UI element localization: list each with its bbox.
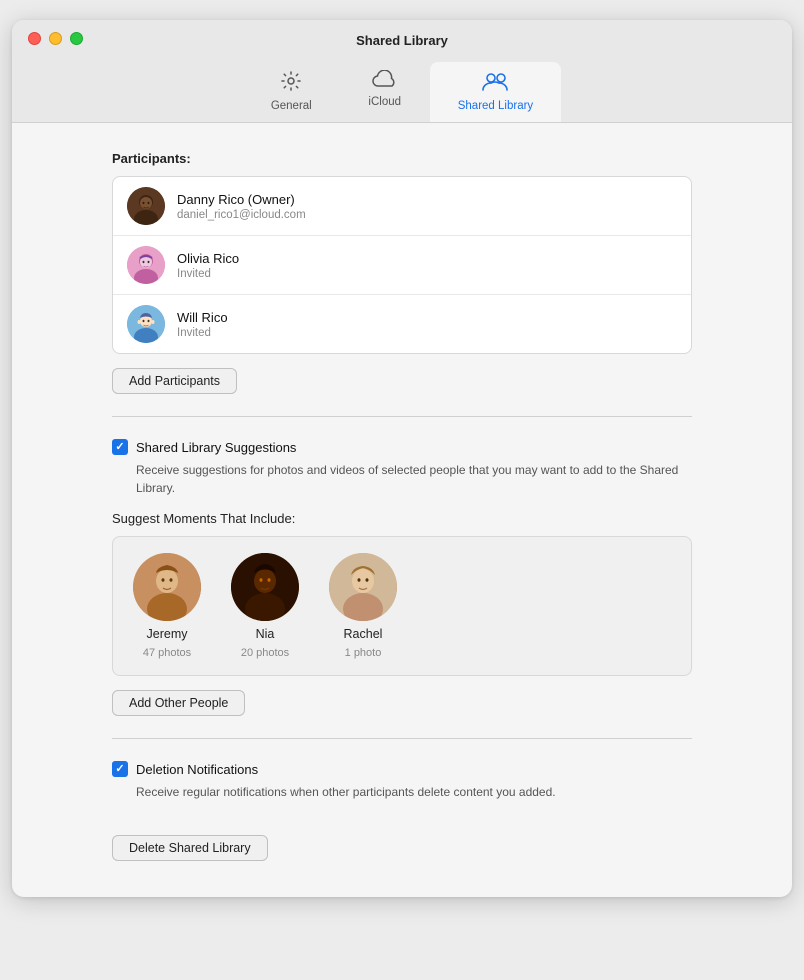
participant-sub: Invited — [177, 268, 239, 280]
suggest-moments-label: Suggest Moments That Include: — [112, 511, 692, 526]
list-item[interactable]: Nia 20 photos — [231, 553, 299, 659]
shared-library-icon — [481, 70, 509, 96]
gear-icon — [280, 70, 302, 96]
list-item[interactable]: Rachel 1 photo — [329, 553, 397, 659]
participants-label: Participants: — [112, 151, 692, 166]
shared-library-suggestions-checkbox[interactable] — [112, 439, 128, 455]
tab-general-label: General — [271, 100, 312, 112]
suggest-person-count: 1 photo — [345, 647, 382, 659]
avatar — [329, 553, 397, 621]
tab-shared-library[interactable]: Shared Library — [430, 62, 561, 122]
deletion-notifications-checkbox[interactable] — [112, 761, 128, 777]
shared-library-suggestions-row: Shared Library Suggestions — [112, 439, 692, 455]
divider — [112, 416, 692, 417]
suggest-moments-box: Jeremy 47 photos Nia 20 — [112, 536, 692, 676]
suggest-person-name: Rachel — [344, 627, 383, 641]
avatar — [231, 553, 299, 621]
add-other-people-button[interactable]: Add Other People — [112, 690, 245, 716]
cloud-icon — [372, 70, 398, 92]
suggest-person-name: Jeremy — [147, 627, 188, 641]
participant-info: Will Rico Invited — [177, 310, 228, 339]
main-window: Shared Library General — [12, 20, 792, 897]
avatar — [127, 187, 165, 225]
deletion-notifications-desc: Receive regular notifications when other… — [136, 783, 692, 801]
avatar — [133, 553, 201, 621]
participant-info: Danny Rico (Owner) daniel_rico1@icloud.c… — [177, 192, 306, 221]
participant-sub: Invited — [177, 327, 228, 339]
participant-name: Danny Rico (Owner) — [177, 192, 306, 207]
titlebar: Shared Library General — [12, 20, 792, 123]
participant-info: Olivia Rico Invited — [177, 251, 239, 280]
participant-sub: daniel_rico1@icloud.com — [177, 209, 306, 221]
table-row: Danny Rico (Owner) daniel_rico1@icloud.c… — [113, 177, 691, 236]
suggest-person-count: 47 photos — [143, 647, 191, 659]
tab-general[interactable]: General — [243, 62, 340, 122]
tab-icloud-label: iCloud — [368, 96, 401, 108]
delete-shared-library-button[interactable]: Delete Shared Library — [112, 835, 268, 861]
add-participants-button[interactable]: Add Participants — [112, 368, 237, 394]
table-row: Olivia Rico Invited — [113, 236, 691, 295]
deletion-notifications-label: Deletion Notifications — [136, 762, 258, 777]
suggest-person-count: 20 photos — [241, 647, 289, 659]
list-item[interactable]: Jeremy 47 photos — [133, 553, 201, 659]
tab-icloud[interactable]: iCloud — [340, 62, 430, 122]
content-area: Participants: Danny Rico (Owner — [12, 123, 792, 897]
deletion-notifications-row: Deletion Notifications — [112, 761, 692, 777]
avatar — [127, 305, 165, 343]
participant-name: Will Rico — [177, 310, 228, 325]
participants-list: Danny Rico (Owner) daniel_rico1@icloud.c… — [112, 176, 692, 354]
tab-bar: General iCloud — [243, 62, 561, 122]
table-row: Will Rico Invited — [113, 295, 691, 353]
divider-2 — [112, 738, 692, 739]
shared-library-suggestions-desc: Receive suggestions for photos and video… — [136, 461, 692, 497]
participant-name: Olivia Rico — [177, 251, 239, 266]
suggest-person-name: Nia — [256, 627, 275, 641]
window-title: Shared Library — [28, 33, 776, 48]
shared-library-suggestions-label: Shared Library Suggestions — [136, 440, 296, 455]
tab-shared-library-label: Shared Library — [458, 100, 533, 112]
avatar — [127, 246, 165, 284]
